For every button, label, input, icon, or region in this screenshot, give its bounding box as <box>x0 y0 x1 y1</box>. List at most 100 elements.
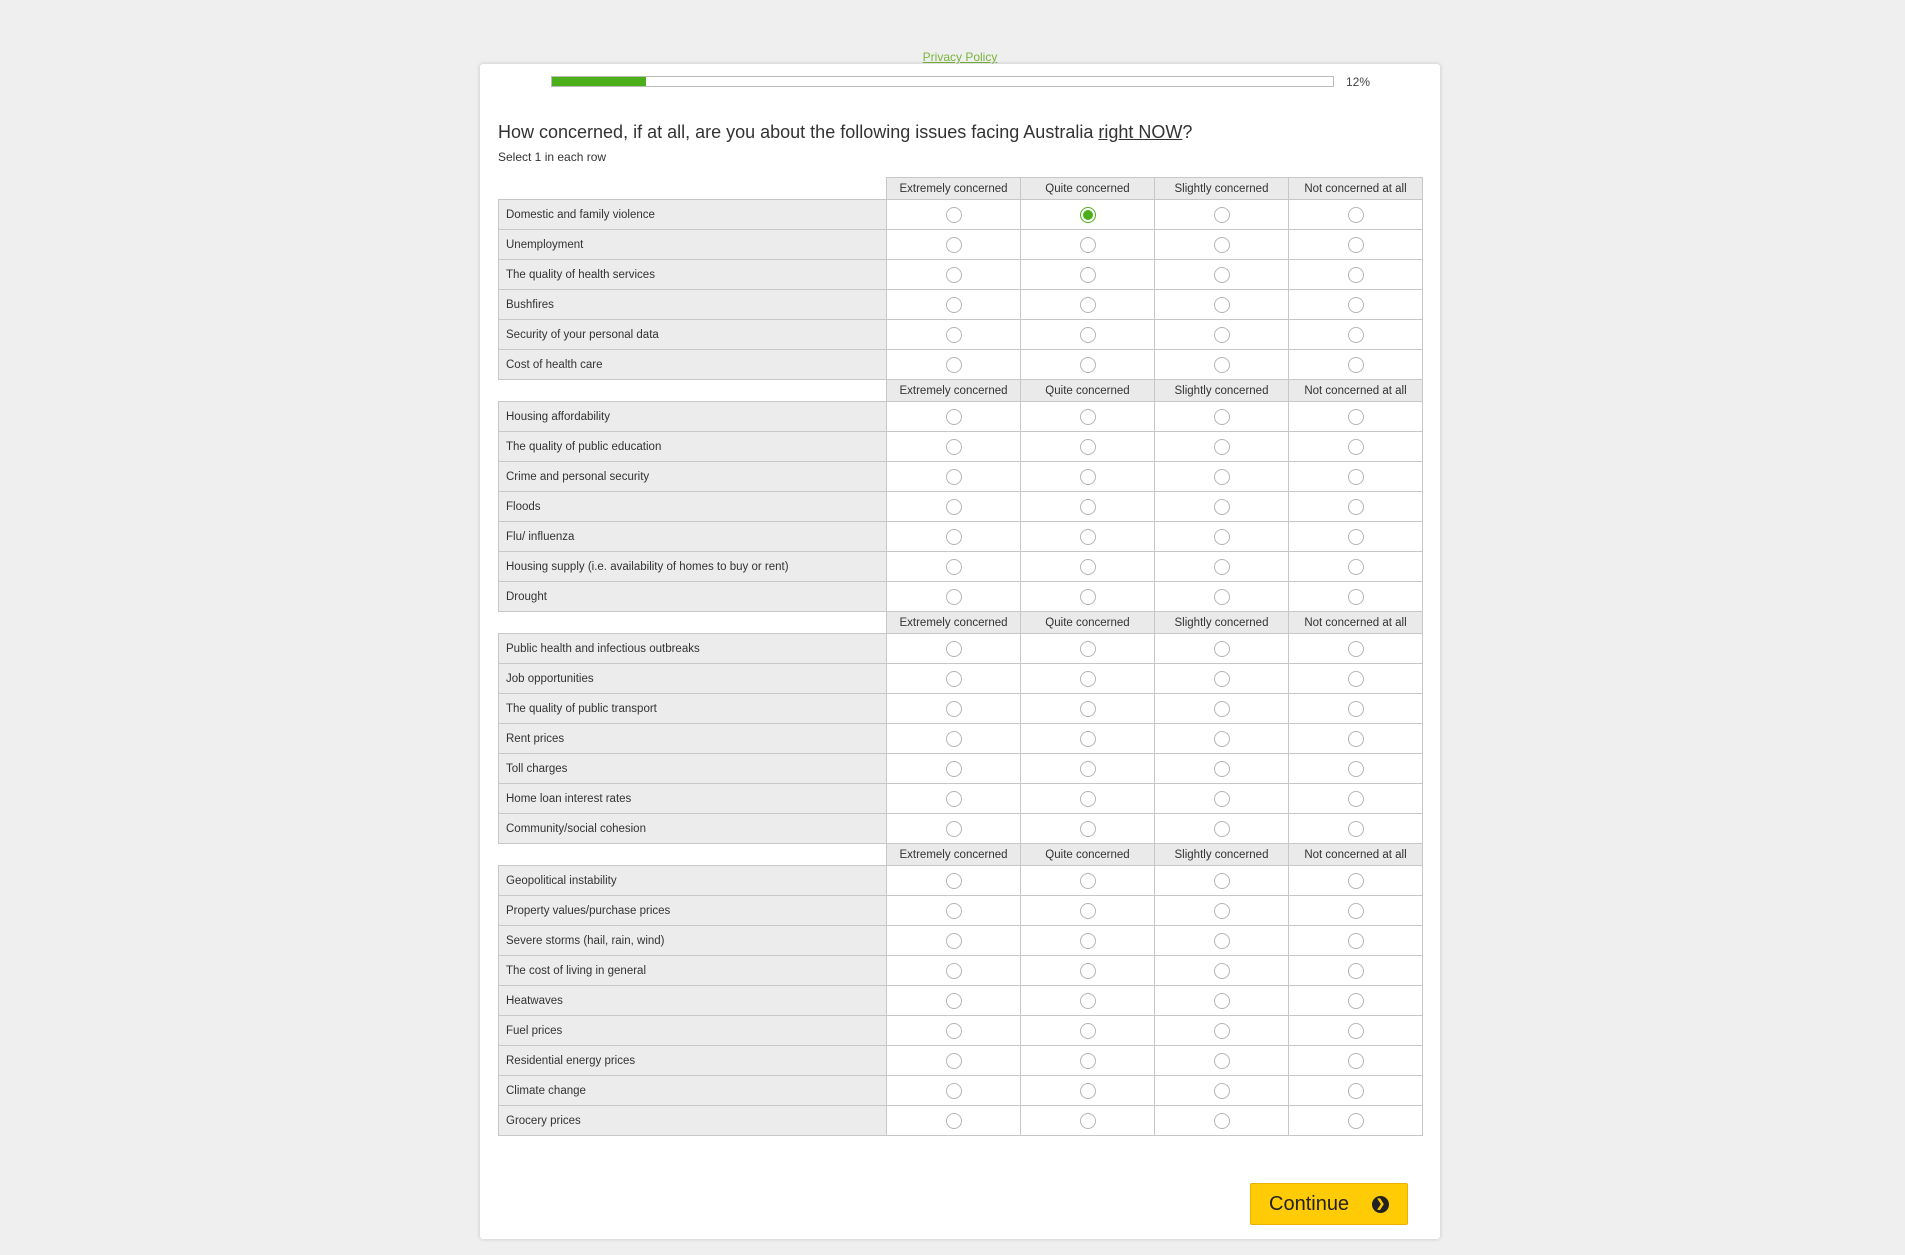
radio-cell[interactable] <box>1288 895 1423 926</box>
radio-button[interactable] <box>945 730 962 747</box>
radio-cell[interactable] <box>886 319 1021 350</box>
radio-cell[interactable] <box>886 349 1021 380</box>
radio-cell[interactable] <box>1154 199 1289 230</box>
radio-cell[interactable] <box>1020 349 1155 380</box>
radio-cell[interactable] <box>1020 289 1155 320</box>
radio-button[interactable] <box>1347 1022 1364 1039</box>
radio-cell[interactable] <box>1288 551 1423 582</box>
radio-cell[interactable] <box>1288 1105 1423 1136</box>
radio-cell[interactable] <box>1154 955 1289 986</box>
radio-cell[interactable] <box>886 1045 1021 1076</box>
radio-cell[interactable] <box>1020 1105 1155 1136</box>
radio-cell[interactable] <box>1020 491 1155 522</box>
radio-button[interactable] <box>1079 588 1096 605</box>
radio-button[interactable] <box>1213 790 1230 807</box>
radio-button[interactable] <box>1213 236 1230 253</box>
radio-cell[interactable] <box>886 865 1021 896</box>
radio-button[interactable] <box>1079 1052 1096 1069</box>
radio-cell[interactable] <box>886 521 1021 552</box>
radio-button[interactable] <box>1213 558 1230 575</box>
radio-cell[interactable] <box>1154 753 1289 784</box>
radio-cell[interactable] <box>886 401 1021 432</box>
radio-button[interactable] <box>945 266 962 283</box>
radio-cell[interactable] <box>1288 401 1423 432</box>
radio-cell[interactable] <box>1020 753 1155 784</box>
radio-button[interactable] <box>945 902 962 919</box>
radio-cell[interactable] <box>1288 259 1423 290</box>
radio-cell[interactable] <box>886 199 1021 230</box>
continue-button[interactable]: Continue ❯ <box>1250 1183 1408 1225</box>
radio-cell[interactable] <box>1154 985 1289 1016</box>
radio-cell[interactable] <box>886 1105 1021 1136</box>
radio-cell[interactable] <box>1288 349 1423 380</box>
radio-cell[interactable] <box>1020 895 1155 926</box>
radio-button[interactable] <box>1213 528 1230 545</box>
radio-button[interactable] <box>945 1022 962 1039</box>
radio-cell[interactable] <box>1154 1075 1289 1106</box>
radio-cell[interactable] <box>1288 753 1423 784</box>
radio-button[interactable] <box>1213 438 1230 455</box>
radio-button[interactable] <box>1347 992 1364 1009</box>
radio-button[interactable] <box>1213 962 1230 979</box>
radio-cell[interactable] <box>1288 925 1423 956</box>
radio-button[interactable] <box>945 408 962 425</box>
radio-button[interactable] <box>1347 872 1364 889</box>
radio-cell[interactable] <box>886 581 1021 612</box>
radio-button[interactable] <box>945 326 962 343</box>
radio-cell[interactable] <box>1288 319 1423 350</box>
radio-button[interactable] <box>1079 670 1096 687</box>
radio-cell[interactable] <box>1020 783 1155 814</box>
radio-cell[interactable] <box>1020 865 1155 896</box>
radio-cell[interactable] <box>1288 431 1423 462</box>
radio-button[interactable] <box>945 206 962 223</box>
radio-button[interactable] <box>945 438 962 455</box>
radio-cell[interactable] <box>1154 401 1289 432</box>
radio-button[interactable] <box>1213 700 1230 717</box>
radio-button[interactable] <box>1213 1052 1230 1069</box>
radio-button[interactable] <box>1347 932 1364 949</box>
radio-button[interactable] <box>1347 438 1364 455</box>
radio-cell[interactable] <box>1288 1015 1423 1046</box>
radio-button[interactable] <box>1213 588 1230 605</box>
radio-button[interactable] <box>945 236 962 253</box>
radio-button[interactable] <box>945 872 962 889</box>
radio-button[interactable] <box>1213 902 1230 919</box>
radio-button[interactable] <box>1347 206 1364 223</box>
radio-cell[interactable] <box>886 461 1021 492</box>
radio-cell[interactable] <box>1154 319 1289 350</box>
radio-button[interactable] <box>1347 468 1364 485</box>
radio-button[interactable] <box>1347 528 1364 545</box>
radio-button[interactable] <box>945 1082 962 1099</box>
radio-button[interactable] <box>1079 790 1096 807</box>
radio-button[interactable] <box>1347 356 1364 373</box>
radio-cell[interactable] <box>1154 723 1289 754</box>
radio-cell[interactable] <box>1020 319 1155 350</box>
radio-cell[interactable] <box>1154 551 1289 582</box>
radio-cell[interactable] <box>886 753 1021 784</box>
radio-button[interactable] <box>1213 932 1230 949</box>
radio-button[interactable] <box>1079 872 1096 889</box>
radio-cell[interactable] <box>1154 1045 1289 1076</box>
radio-cell[interactable] <box>1288 693 1423 724</box>
radio-cell[interactable] <box>886 813 1021 844</box>
radio-cell[interactable] <box>1020 431 1155 462</box>
radio-button[interactable] <box>1213 820 1230 837</box>
radio-cell[interactable] <box>1288 813 1423 844</box>
radio-cell[interactable] <box>1020 1075 1155 1106</box>
radio-button[interactable] <box>1213 326 1230 343</box>
radio-button[interactable] <box>1347 700 1364 717</box>
radio-button[interactable] <box>1347 296 1364 313</box>
radio-button[interactable] <box>1347 640 1364 657</box>
radio-button[interactable] <box>1347 408 1364 425</box>
radio-button[interactable] <box>1079 700 1096 717</box>
radio-cell[interactable] <box>1020 663 1155 694</box>
radio-cell[interactable] <box>1154 229 1289 260</box>
radio-button[interactable] <box>945 760 962 777</box>
radio-button[interactable] <box>1079 962 1096 979</box>
radio-button[interactable] <box>1213 408 1230 425</box>
radio-cell[interactable] <box>1154 925 1289 956</box>
radio-button[interactable] <box>1347 670 1364 687</box>
radio-cell[interactable] <box>1020 581 1155 612</box>
radio-cell[interactable] <box>1020 401 1155 432</box>
radio-button[interactable] <box>1079 408 1096 425</box>
